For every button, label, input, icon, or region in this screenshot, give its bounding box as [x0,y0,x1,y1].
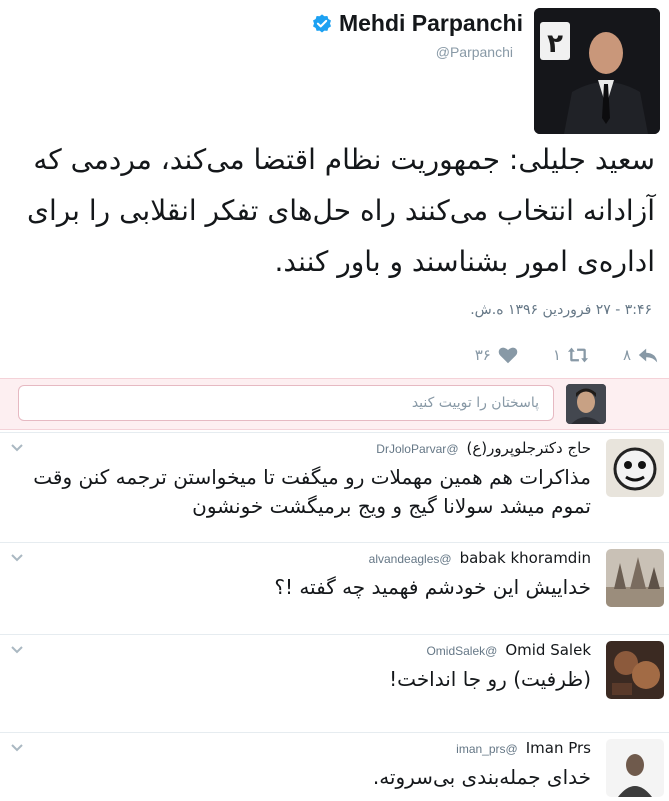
reply-author-name[interactable]: Omid Salek [505,641,591,659]
reply-item[interactable]: Omid Salek @OmidSalek (ظرفیت) رو جا اندا… [0,634,669,733]
reply-author-handle[interactable]: @OmidSalek [426,644,497,658]
chevron-down-icon[interactable] [10,643,24,657]
tweet-timestamp[interactable]: ۳:۴۶ - ۲۷ فروردین ۱۳۹۶ ه.ش. [470,302,652,318]
author-name-row[interactable]: Mehdi Parpanchi [311,10,523,37]
author-avatar[interactable]: ۲ [534,8,660,134]
reply-button[interactable]: ۸ [623,344,659,366]
reply-text: مذاکرات هم همین مهملات رو میگفت تا میخوا… [33,465,591,518]
chevron-down-icon[interactable] [10,551,24,565]
reply-author-handle[interactable]: @DrJoloParvar [376,442,458,456]
reply-text: خدای جمله‌بندی بی‌سروته. [372,765,591,789]
reply-item[interactable]: babak khoramdin @alvandeagles خداییش این… [0,542,669,635]
reply-author-handle[interactable]: @alvandeagles [369,552,452,566]
reply-text: (ظرفیت) رو جا انداخت! [389,667,591,691]
reply-author-name[interactable]: babak khoramdin [460,549,591,567]
reply-item[interactable]: حاج دکترجلوپرور(ع) @DrJoloParvar مذاکرات… [0,432,669,543]
retweet-button[interactable]: ۱ [553,344,589,366]
reply-text: خداییش این خودشم فهمید چه گفته !؟ [274,575,591,599]
chevron-down-icon[interactable] [10,741,24,755]
author-handle[interactable]: @Parpanchi [436,44,513,60]
reply-icon [638,348,658,363]
reply-avatar[interactable] [606,739,664,797]
like-count: ۳۶ [474,346,491,364]
chevron-down-icon[interactable] [10,441,24,455]
reply-input[interactable]: پاسختان را توییت کنید [18,385,554,421]
reply-avatar[interactable] [606,439,664,497]
tweet-actions: ۸ ۱ ۳۶ [441,338,659,372]
verified-icon [312,13,331,33]
reply-avatar[interactable] [606,549,664,607]
author-display-name[interactable]: Mehdi Parpanchi [339,10,523,37]
svg-text:۲: ۲ [547,29,563,59]
reply-count: ۸ [622,346,631,364]
retweet-count: ۱ [552,346,561,364]
reply-item[interactable]: Iman Prs @iman_prs خدای جمله‌بندی بی‌سرو… [0,732,669,801]
reply-author-name[interactable]: Iman Prs [526,739,591,757]
reply-author-handle[interactable]: @iman_prs [456,742,518,756]
retweet-icon [567,347,589,363]
like-button[interactable]: ۳۶ [475,344,519,366]
reply-compose-area: پاسختان را توییت کنید [0,378,669,430]
reply-author-name[interactable]: حاج دکترجلوپرور(ع) [467,439,592,457]
current-user-avatar [566,384,606,424]
like-icon [498,347,518,364]
reply-avatar[interactable] [606,641,664,699]
tweet-text: سعید جلیلی: جمهوریت نظام اقتضا می‌کند، م… [27,143,655,278]
